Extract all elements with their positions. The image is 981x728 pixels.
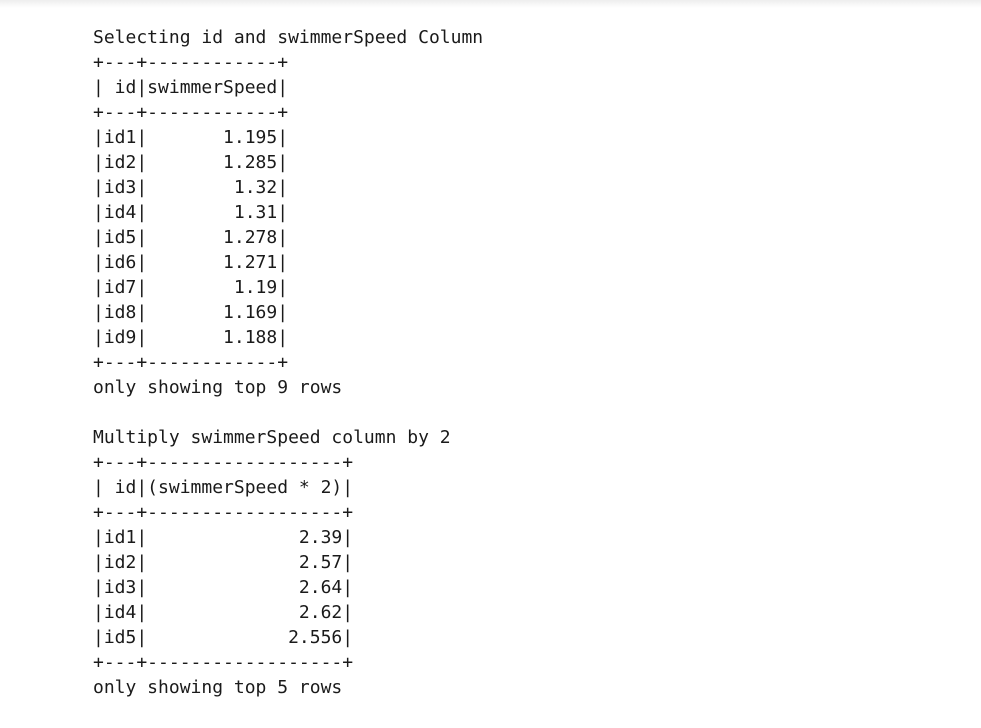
- table-row: |id3| 1.32|: [93, 177, 289, 198]
- table-header-row: | id|(swimmerSpeed * 2)|: [93, 477, 354, 498]
- section-title: Selecting id and swimmerSpeed Column: [93, 27, 484, 48]
- table-row: |id2| 2.57|: [93, 552, 354, 573]
- table-row: |id5| 1.278|: [93, 227, 289, 248]
- console-output: Selecting id and swimmerSpeed Column +---…: [93, 25, 483, 700]
- row-count-note: only showing top 5 rows: [93, 677, 343, 698]
- table-row: |id3| 2.64|: [93, 577, 354, 598]
- table-border: +---+------------------+: [93, 502, 354, 523]
- row-count-note: only showing top 9 rows: [93, 377, 343, 398]
- table-border: +---+------------------+: [93, 652, 354, 673]
- table-border: +---+------------------+: [93, 452, 354, 473]
- table-row: |id1| 1.195|: [93, 127, 289, 148]
- table-row: |id4| 1.31|: [93, 202, 289, 223]
- table-row: |id9| 1.188|: [93, 327, 289, 348]
- top-shadow-bar: [0, 0, 981, 8]
- table-row: |id4| 2.62|: [93, 602, 354, 623]
- table-header-row: | id|swimmerSpeed|: [93, 77, 289, 98]
- table-row: |id2| 1.285|: [93, 152, 289, 173]
- table-border: +---+------------+: [93, 52, 289, 73]
- table-row: |id8| 1.169|: [93, 302, 289, 323]
- table-row: |id6| 1.271|: [93, 252, 289, 273]
- table-row: |id1| 2.39|: [93, 527, 354, 548]
- table-row: |id5| 2.556|: [93, 627, 354, 648]
- table-border: +---+------------+: [93, 102, 289, 123]
- section-title: Multiply swimmerSpeed column by 2: [93, 427, 451, 448]
- table-border: +---+------------+: [93, 352, 289, 373]
- table-row: |id7| 1.19|: [93, 277, 289, 298]
